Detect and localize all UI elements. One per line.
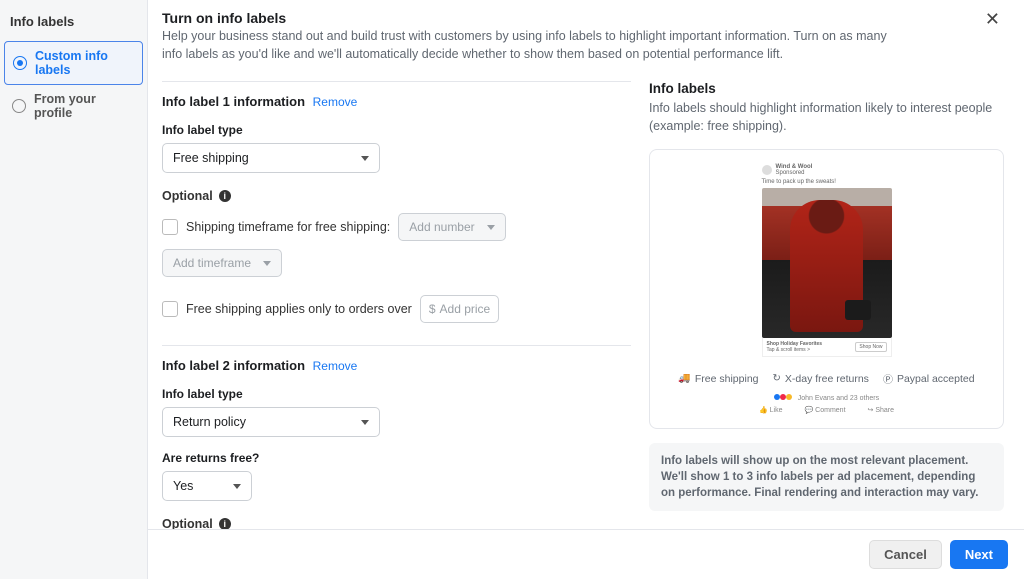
- like-action: 👍 Like: [759, 406, 783, 414]
- orders-over-checkbox[interactable]: [162, 301, 178, 317]
- post-actions: 👍 Like 💬 Comment ↪ Share: [664, 406, 989, 414]
- label1-remove[interactable]: Remove: [313, 95, 358, 109]
- currency: $: [429, 302, 436, 316]
- label2-remove[interactable]: Remove: [313, 359, 358, 373]
- page-title: Turn on info labels: [162, 10, 892, 26]
- paypal-icon: Ⓟ: [883, 371, 893, 386]
- form-column: Info label 1 information Remove Info lab…: [162, 81, 631, 529]
- return-icon: ↻: [773, 373, 781, 384]
- shipping-timeframe-label: Shipping timeframe for free shipping:: [186, 220, 390, 234]
- price-input[interactable]: $ Add price: [420, 295, 499, 323]
- reactions: John Evans and 23 others: [664, 394, 989, 402]
- returns-free-select[interactable]: Yes: [162, 471, 252, 501]
- orders-over-label: Free shipping applies only to orders ove…: [186, 302, 412, 316]
- chevron-down-icon: [263, 261, 271, 266]
- sidebar-title: Info labels: [4, 10, 143, 41]
- next-button[interactable]: Next: [950, 540, 1008, 569]
- chip-shipping: 🚚 Free shipping: [678, 371, 758, 386]
- share-action: ↪ Share: [868, 406, 895, 414]
- sidebar: Info labels Custom info labels From your…: [0, 0, 148, 579]
- sidebar-item-custom[interactable]: Custom info labels: [4, 41, 143, 85]
- optional-label: Optional: [162, 189, 213, 203]
- chevron-down-icon: [233, 484, 241, 489]
- radio-icon: [12, 99, 26, 113]
- preview-card: Wind & Wool Sponsored Time to pack up th…: [649, 149, 1004, 429]
- preview-title: Info labels: [649, 81, 1004, 96]
- sidebar-item-label: Custom info labels: [35, 49, 134, 77]
- info-icon[interactable]: i: [219, 518, 231, 529]
- placeholder: Add price: [440, 302, 491, 316]
- chevron-down-icon: [487, 225, 495, 230]
- sponsored-label: Sponsored: [776, 170, 805, 176]
- label1-type-label: Info label type: [162, 123, 631, 137]
- label1-type-select[interactable]: Free shipping: [162, 143, 380, 173]
- avatar-icon: [762, 165, 772, 175]
- chevron-down-icon: [361, 420, 369, 425]
- post-tagline: Time to pack up the sweats!: [762, 179, 892, 185]
- add-number-select[interactable]: Add number: [398, 213, 505, 241]
- select-value: Free shipping: [173, 151, 249, 165]
- truck-icon: 🚚: [678, 373, 690, 384]
- subcaption: Tap & scroll items >: [767, 347, 811, 353]
- shipping-timeframe-checkbox[interactable]: [162, 219, 178, 235]
- preview-note: Info labels will show up on the most rel…: [649, 443, 1004, 511]
- select-value: Yes: [173, 479, 193, 493]
- chip-row: 🚚 Free shipping ↻ X-day free returns Ⓟ P…: [664, 371, 989, 386]
- cancel-button[interactable]: Cancel: [869, 540, 942, 569]
- label1-heading: Info label 1 information: [162, 94, 305, 109]
- main: Turn on info labels Help your business s…: [148, 0, 1024, 579]
- sidebar-item-label: From your profile: [34, 92, 135, 120]
- chip-paypal: Ⓟ Paypal accepted: [883, 371, 975, 386]
- footer: Cancel Next: [148, 529, 1024, 579]
- chip-returns: ↻ X-day free returns: [773, 371, 869, 386]
- add-timeframe-select[interactable]: Add timeframe: [162, 249, 282, 277]
- select-value: Return policy: [173, 415, 246, 429]
- label2-type-label: Info label type: [162, 387, 631, 401]
- info-icon[interactable]: i: [219, 190, 231, 202]
- placeholder: Add timeframe: [173, 256, 251, 270]
- preview-subtitle: Info labels should highlight information…: [649, 100, 1004, 135]
- preview-column: Info labels Info labels should highlight…: [649, 81, 1004, 529]
- returns-free-label: Are returns free?: [162, 451, 631, 465]
- content-scroll[interactable]: Turn on info labels Help your business s…: [148, 0, 1024, 529]
- cta-button: Shop Now: [855, 342, 886, 352]
- chevron-down-icon: [361, 156, 369, 161]
- product-image: [762, 188, 892, 338]
- label2-heading: Info label 2 information: [162, 358, 305, 373]
- placeholder: Add number: [409, 220, 474, 234]
- close-icon[interactable]: ✕: [981, 10, 1004, 28]
- comment-action: 💬 Comment: [805, 406, 846, 414]
- sidebar-item-profile[interactable]: From your profile: [4, 85, 143, 127]
- page-subtitle: Help your business stand out and build t…: [162, 28, 892, 63]
- label2-type-select[interactable]: Return policy: [162, 407, 380, 437]
- radio-icon: [13, 56, 27, 70]
- optional-label: Optional: [162, 517, 213, 529]
- mock-post: Wind & Wool Sponsored Time to pack up th…: [762, 164, 892, 357]
